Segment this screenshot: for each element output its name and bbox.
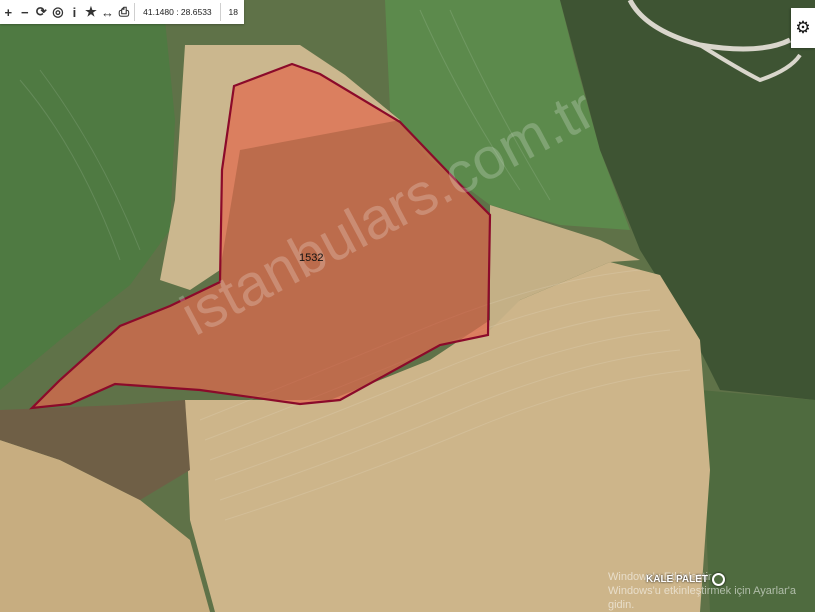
zoom-level: 18: [228, 7, 239, 17]
measure-icon[interactable]: ↔: [99, 0, 116, 24]
zoom-in-icon[interactable]: +: [0, 0, 17, 24]
brand-logo-icon: [712, 573, 726, 586]
zoom-out-icon[interactable]: −: [17, 0, 34, 24]
coordinate-readout: 41.1480 : 28.6533: [143, 7, 212, 17]
map-toolbar: + − ⟳ ◎ i ★ ↔ ⎙ 41.1480 : 28.6533 18: [0, 0, 244, 24]
parcel-number-label: 1532: [299, 252, 324, 264]
info-icon[interactable]: i: [66, 0, 83, 24]
satellite-map[interactable]: [0, 0, 815, 612]
toolbar-divider: [219, 3, 221, 21]
brand-badge: KALE PALET: [646, 573, 726, 586]
toolbar-divider: [134, 3, 136, 21]
brand-name: KALE PALET: [646, 574, 709, 585]
locate-icon[interactable]: ◎: [50, 0, 67, 24]
favorite-icon[interactable]: ★: [83, 0, 100, 24]
settings-gear-icon[interactable]: ⚙: [791, 8, 815, 48]
windows-watermark-line2: Windows'u etkinleştirmek için Ayarlar'a …: [608, 585, 797, 611]
refresh-icon[interactable]: ⟳: [33, 0, 50, 24]
print-icon[interactable]: ⎙: [116, 0, 133, 24]
